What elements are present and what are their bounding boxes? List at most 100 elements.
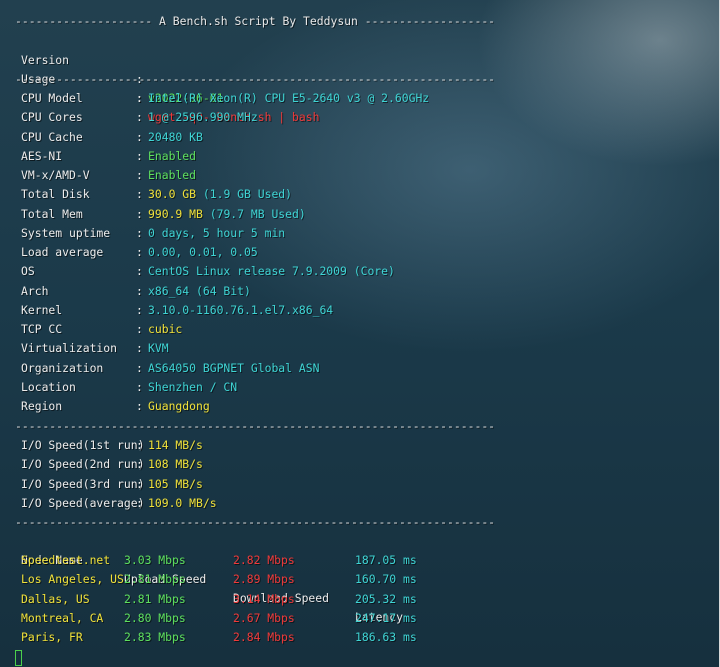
colon: : <box>136 476 143 491</box>
speedtest-node: Dallas, US <box>21 591 90 606</box>
system-info-value: Shenzhen / CN <box>148 379 238 394</box>
speedtest-download: 2.89 Mbps <box>233 572 295 587</box>
system-info-value: Guangdong <box>148 399 210 413</box>
speedtest-upload: 2.81 Mbps <box>124 572 186 587</box>
header-title-line: -------------------- A Bench.sh Script B… <box>15 14 496 28</box>
system-info-label: Location <box>21 379 76 394</box>
io-speed-label: I/O Speed(average) <box>21 495 145 510</box>
system-info-value-wrap: 1 @ 2596.990 MHz <box>148 108 258 127</box>
speedtest-latency: 205.32 ms <box>355 591 417 606</box>
system-info-value: x86_64 (64 Bit) <box>148 283 251 298</box>
system-info-value-wrap: 3.10.0-1160.76.1.el7.x86_64 <box>148 301 333 320</box>
system-info-extra: (1.9 GB Used) <box>196 187 293 202</box>
system-info-value: AS64050 BGPNET Global ASN <box>148 360 320 375</box>
colon: : <box>136 495 143 510</box>
system-info-value-wrap: CentOS Linux release 7.9.2009 (Core) <box>148 262 395 281</box>
system-info-value-wrap: cubic <box>148 320 182 339</box>
system-info-label: CPU Cache <box>21 129 83 144</box>
speedtest-node: Paris, FR <box>21 630 83 644</box>
colon: : <box>136 379 143 394</box>
system-info-value: Intel(R) Xeon(R) CPU E5-2640 v3 @ 2.60GH… <box>148 91 430 105</box>
system-info-label: Total Disk <box>21 187 90 202</box>
speedtest-latency: 247.17 ms <box>355 610 417 625</box>
colon: : <box>136 187 143 202</box>
system-info-value-wrap: 0 days, 5 hour 5 min <box>148 224 285 243</box>
system-info-value-wrap: 30.0 GB (1.9 GB Used) <box>148 185 292 204</box>
system-info-label: VM-x/AMD-V <box>21 168 90 182</box>
system-info-label: Total Mem <box>21 206 83 221</box>
colon: : <box>136 283 143 298</box>
system-info-value-wrap: 20480 KB <box>148 128 203 147</box>
speedtest-upload: 2.83 Mbps <box>124 630 186 644</box>
colon: : <box>136 322 143 336</box>
system-info-label: Arch <box>21 283 49 298</box>
colon: : <box>136 302 143 317</box>
system-info-value: 1 @ 2596.990 MHz <box>148 110 258 125</box>
colon: : <box>136 438 143 452</box>
system-info-label: TCP CC <box>21 322 63 336</box>
separator-line: ----------------------------------------… <box>15 419 496 433</box>
io-speed-label: I/O Speed(3rd run) <box>21 476 145 491</box>
colon: : <box>136 264 143 279</box>
separator-line: ----------------------------------------… <box>15 515 496 529</box>
system-info-value-wrap: 990.9 MB (79.7 MB Used) <box>148 205 306 224</box>
terminal-window[interactable]: -------------------- A Bench.sh Script B… <box>0 0 720 667</box>
colon: : <box>136 129 143 144</box>
system-info-label: Load average <box>21 245 104 259</box>
colon: : <box>136 457 143 472</box>
system-info-value-wrap: Enabled <box>148 147 196 166</box>
system-info-value-wrap: AS64050 BGPNET Global ASN <box>148 359 319 378</box>
system-info-label: AES-NI <box>21 148 63 163</box>
system-info-value: KVM <box>148 341 169 356</box>
system-info-value: Enabled <box>148 168 197 182</box>
speedtest-latency: 186.63 ms <box>355 630 417 644</box>
speedtest-node: Montreal, CA <box>21 610 104 625</box>
system-info-value: 20480 KB <box>148 129 203 144</box>
system-info-value: CentOS Linux release 7.9.2009 (Core) <box>148 264 395 279</box>
speedtest-download: 2.67 Mbps <box>233 610 295 625</box>
io-speed-value: 105 MB/s <box>148 476 203 491</box>
system-info-value: 30.0 GB <box>148 187 197 202</box>
separator-line: ----------------------------------------… <box>15 72 496 86</box>
speedtest-download: 3.14 Mbps <box>233 591 295 606</box>
version-row: Version : v2022-06-01 <box>15 32 223 105</box>
system-info-label: System uptime <box>21 225 111 240</box>
speedtest-node: Los Angeles, US <box>21 572 124 587</box>
speedtest-download: 2.82 Mbps <box>233 553 295 567</box>
system-info-value-wrap: 0.00, 0.01, 0.05 <box>148 243 258 262</box>
system-info-label: Kernel <box>21 302 63 317</box>
system-info-label: CPU Cores <box>21 110 83 125</box>
colon: : <box>136 206 143 221</box>
speedtest-latency: 160.70 ms <box>355 572 417 587</box>
colon: : <box>136 148 143 163</box>
io-speed-label: I/O Speed(2nd run) <box>21 457 145 472</box>
system-info-value: 990.9 MB <box>148 206 203 221</box>
system-info-value-wrap: x86_64 (64 Bit) <box>148 282 251 301</box>
speedtest-upload: 2.81 Mbps <box>124 591 186 606</box>
io-speed-value: 114 MB/s <box>148 438 203 452</box>
system-info-label: Virtualization <box>21 341 118 356</box>
usage-row: Usage : wget -qO- bench.sh | bash <box>15 51 319 124</box>
system-info-value-wrap: KVM <box>148 339 169 358</box>
colon: : <box>136 341 143 356</box>
speedtest-upload: 3.03 Mbps <box>124 553 186 567</box>
system-info-label: OS <box>21 264 35 279</box>
speedtest-header-row: Node Name Upload Speed Download Speed La… <box>15 532 403 624</box>
system-info-value: Enabled <box>148 148 197 163</box>
colon: : <box>136 168 143 182</box>
speedtest-node: Speedtest.net <box>21 553 111 567</box>
system-info-value: cubic <box>148 322 183 336</box>
system-info-value-wrap: Shenzhen / CN <box>148 378 237 397</box>
system-info-extra: (79.7 MB Used) <box>202 206 306 221</box>
system-info-value-wrap: Enabled <box>148 166 196 185</box>
colon: : <box>136 245 143 259</box>
speedtest-latency: 187.05 ms <box>355 553 417 567</box>
speedtest-download: 2.84 Mbps <box>233 630 295 644</box>
system-info-value: 0 days, 5 hour 5 min <box>148 225 286 240</box>
colon: : <box>136 91 143 105</box>
io-speed-value: 109.0 MB/s <box>148 495 217 510</box>
colon: : <box>136 110 143 125</box>
system-info-label: CPU Model <box>21 91 83 105</box>
system-info-value-wrap: Guangdong <box>148 397 210 416</box>
io-speed-value: 108 MB/s <box>148 457 203 472</box>
